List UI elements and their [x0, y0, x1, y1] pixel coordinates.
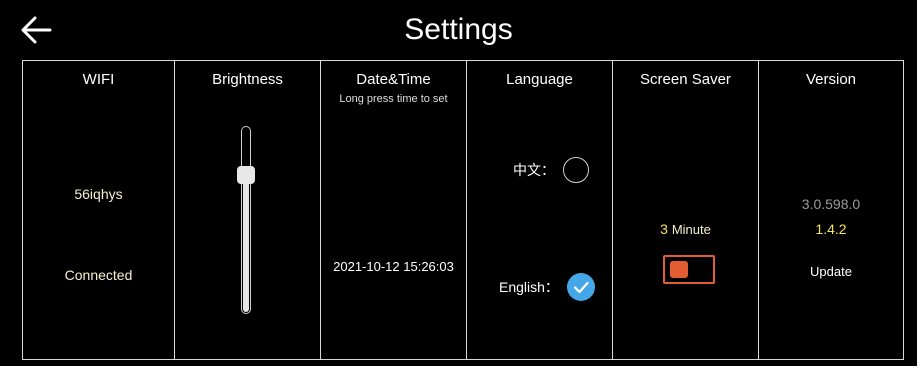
screen-saver-label: Screen Saver — [640, 71, 731, 88]
wifi-ssid: 56iqhys — [74, 186, 123, 202]
screen-saver-minutes: 3 — [660, 221, 668, 237]
datetime-value[interactable]: 2021-10-12 15:26:03 — [321, 259, 466, 274]
datetime-section: Date&Time Long press time to set 2021-10… — [321, 61, 467, 359]
wifi-label: WIFI — [82, 71, 115, 88]
language-option-label: 中文： — [513, 162, 555, 178]
brightness-slider-thumb[interactable] — [237, 166, 255, 184]
toggle-knob — [670, 261, 688, 278]
version-build: 3.0.598.0 — [801, 196, 861, 212]
datetime-hint: Long press time to set — [339, 93, 448, 105]
checkmark-icon — [566, 273, 595, 301]
brightness-slider[interactable] — [237, 126, 255, 314]
screen-saver-unit: Minute — [671, 222, 711, 237]
settings-panel: WIFI 56iqhys Connected Brightness Date&T… — [22, 60, 904, 360]
language-option-label: English： — [499, 279, 559, 295]
page-title: Settings — [404, 13, 513, 46]
update-button[interactable]: Update — [759, 264, 903, 279]
wifi-status: Connected — [64, 267, 133, 283]
screen-saver-duration[interactable]: 3 Minute — [613, 221, 758, 237]
language-label: Language — [506, 71, 573, 88]
brightness-section: Brightness — [175, 61, 321, 359]
version-label: Version — [805, 71, 857, 88]
radio-unchecked-icon — [563, 157, 589, 183]
brightness-slider-fill — [243, 174, 249, 312]
wifi-section[interactable]: WIFI 56iqhys Connected — [23, 61, 175, 359]
language-section: Language 中文： English： — [467, 61, 613, 359]
datetime-label: Date&Time — [356, 71, 431, 88]
version-section: Version 3.0.598.0 1.4.2 Update — [759, 61, 903, 359]
screen-saver-toggle[interactable] — [663, 255, 715, 284]
brightness-label: Brightness — [212, 71, 283, 88]
language-option-chinese[interactable]: 中文： — [513, 157, 589, 183]
settings-screen: Settings WIFI 56iqhys Connected Brightne… — [0, 0, 917, 366]
language-option-english[interactable]: English： — [499, 273, 595, 301]
screen-saver-section: Screen Saver 3 Minute — [613, 61, 759, 359]
version-app: 1.4.2 — [815, 221, 847, 237]
